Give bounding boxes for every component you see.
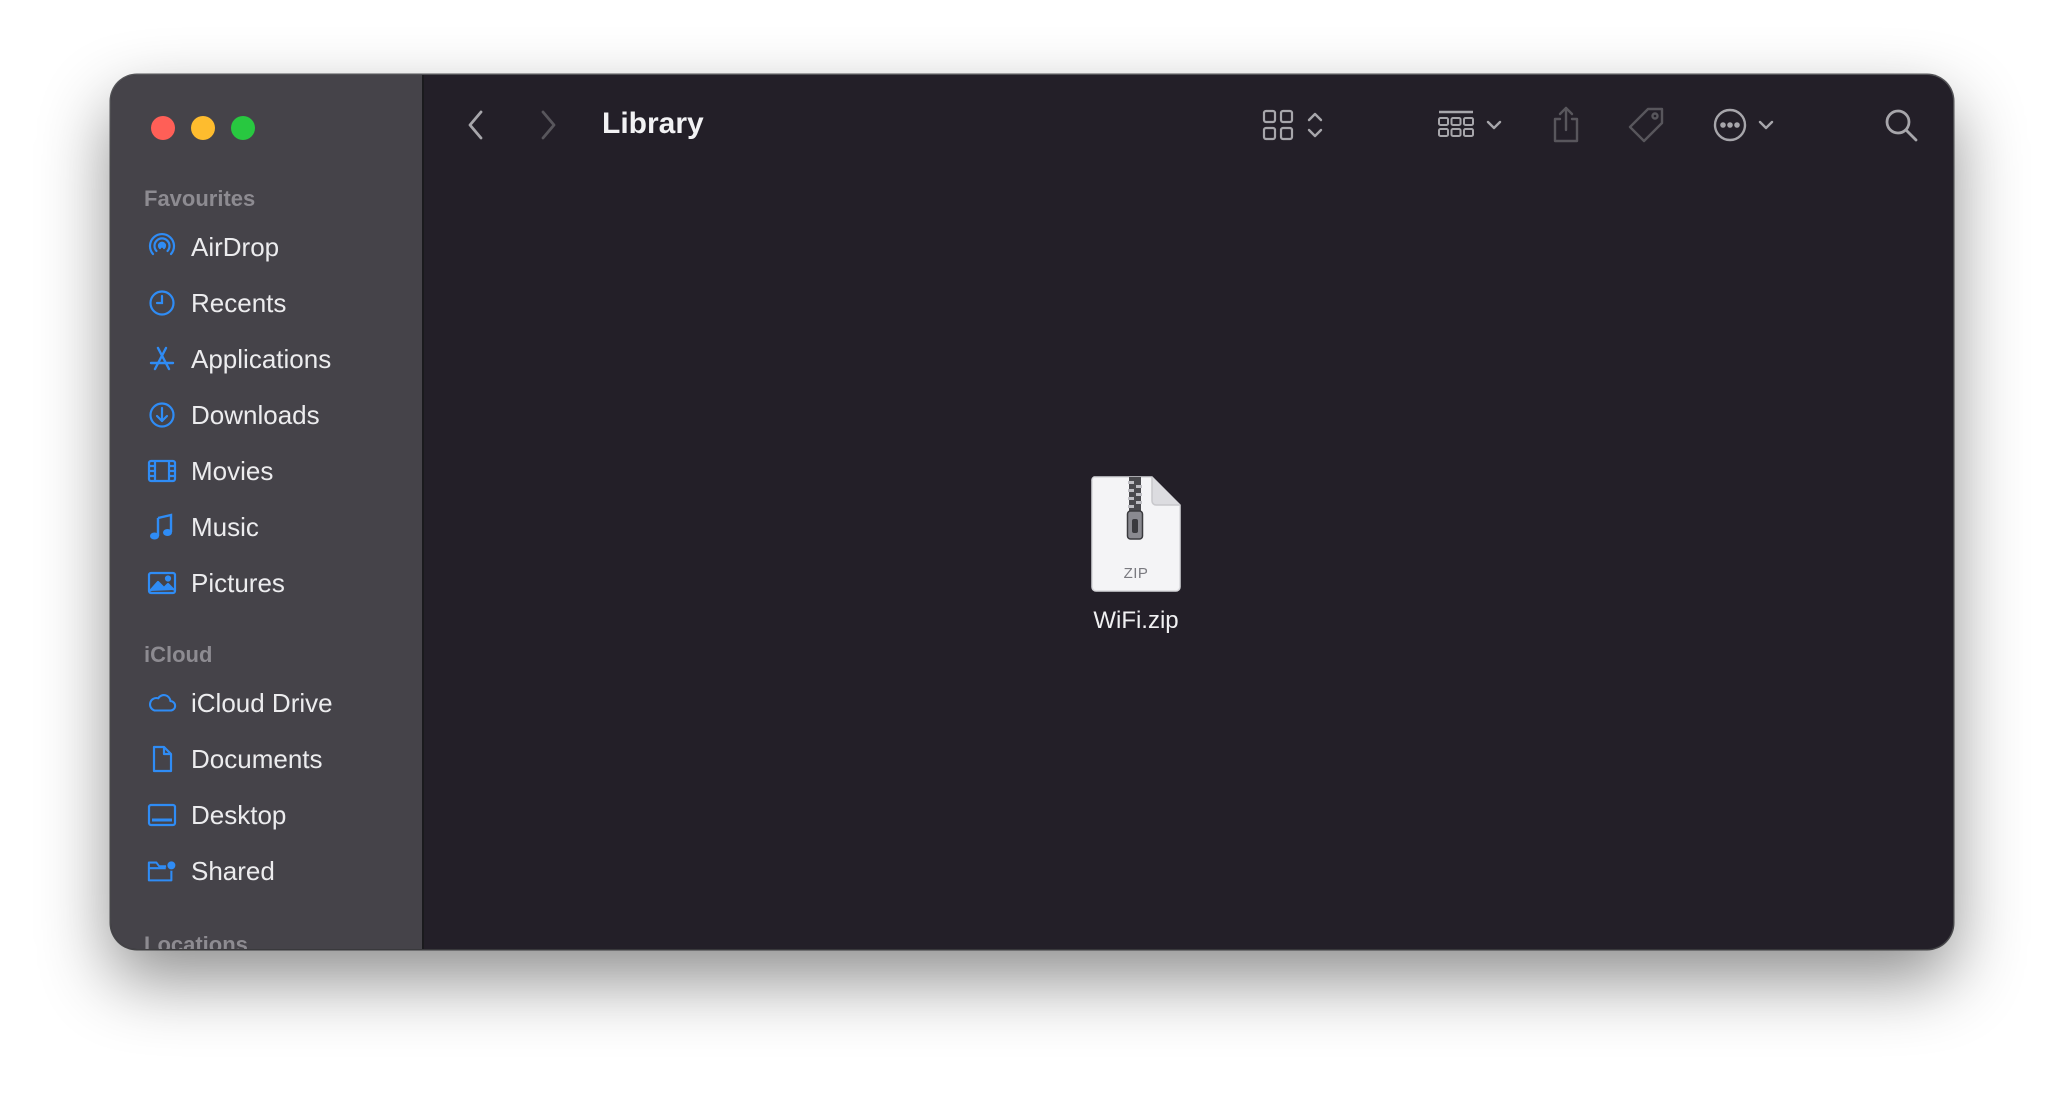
share-icon <box>1553 106 1579 143</box>
sidebar-item-label: Applications <box>191 343 332 374</box>
sidebar-item-label: iCloud Drive <box>191 687 333 718</box>
sidebar: Favourites AirDrop Recents Applications … <box>111 75 424 949</box>
view-mode-button[interactable] <box>1256 103 1332 147</box>
document-icon <box>147 744 177 774</box>
sidebar-item-label: Documents <box>191 743 323 774</box>
applications-icon <box>147 344 177 374</box>
sidebar-section-icloud: iCloud <box>144 642 213 667</box>
sidebar-item-music[interactable]: Music <box>147 505 407 549</box>
sidebar-item-shared[interactable]: Shared <box>147 849 407 893</box>
file-name: WiFi.zip <box>1093 607 1179 634</box>
chevron-right-icon <box>541 110 556 140</box>
clock-icon <box>147 288 177 318</box>
sidebar-item-label: AirDrop <box>191 231 280 262</box>
sidebar-item-downloads[interactable]: Downloads <box>147 393 407 437</box>
minimize-button[interactable] <box>191 116 215 140</box>
tag-icon <box>1628 107 1664 143</box>
sidebar-item-icloud-drive[interactable]: iCloud Drive <box>147 681 407 725</box>
sidebar-item-pictures[interactable]: Pictures <box>147 561 407 605</box>
up-down-chevron-icon <box>1307 112 1323 138</box>
chevron-down-icon <box>1486 120 1502 130</box>
close-button[interactable] <box>151 116 175 140</box>
content-area: Library ZIP WiFi.zip <box>424 75 1953 949</box>
icon-grid-icon <box>1262 109 1294 141</box>
cloud-icon <box>147 688 177 718</box>
chevron-left-icon <box>468 110 483 140</box>
forward-button[interactable] <box>530 105 566 145</box>
photo-icon <box>147 568 177 598</box>
sidebar-item-recents[interactable]: Recents <box>147 281 407 325</box>
search-icon <box>1885 109 1918 142</box>
tag-button[interactable] <box>1622 101 1670 149</box>
more-actions-button[interactable] <box>1706 103 1782 147</box>
sidebar-item-movies[interactable]: Movies <box>147 449 407 493</box>
sidebar-item-label: Shared <box>191 855 275 886</box>
airdrop-icon <box>147 232 177 262</box>
sidebar-item-applications[interactable]: Applications <box>147 337 407 381</box>
sidebar-section-favourites: Favourites <box>144 186 256 211</box>
desktop-icon <box>147 800 177 830</box>
group-grid-icon <box>1438 110 1474 137</box>
music-note-icon <box>147 512 177 542</box>
file-item[interactable]: ZIP WiFi.zip <box>1056 475 1216 635</box>
zoom-button[interactable] <box>231 116 255 140</box>
finder-window: Favourites AirDrop Recents Applications … <box>111 75 1953 949</box>
sidebar-item-label: Downloads <box>191 399 320 430</box>
back-button[interactable] <box>458 105 494 145</box>
sidebar-item-label: Recents <box>191 287 287 318</box>
sidebar-item-label: Desktop <box>191 799 287 830</box>
download-icon <box>147 400 177 430</box>
search-button[interactable] <box>1879 103 1923 147</box>
sidebar-item-documents[interactable]: Documents <box>147 737 407 781</box>
sidebar-item-label: Pictures <box>191 567 285 598</box>
film-icon <box>147 456 177 486</box>
sidebar-section-locations: Locations <box>144 932 248 949</box>
sidebar-item-airdrop[interactable]: AirDrop <box>147 225 407 269</box>
window-title: Library <box>602 107 704 140</box>
zip-badge-label: ZIP <box>1123 565 1149 582</box>
more-icon <box>1713 108 1747 142</box>
chevron-down-icon <box>1758 120 1774 130</box>
window-controls <box>151 116 255 140</box>
sidebar-item-desktop[interactable]: Desktop <box>147 793 407 837</box>
sidebar-item-label: Movies <box>191 455 274 486</box>
sidebar-item-label: Music <box>191 511 259 542</box>
shared-folder-icon <box>147 856 177 886</box>
share-button[interactable] <box>1544 101 1588 149</box>
group-button[interactable] <box>1432 103 1508 147</box>
